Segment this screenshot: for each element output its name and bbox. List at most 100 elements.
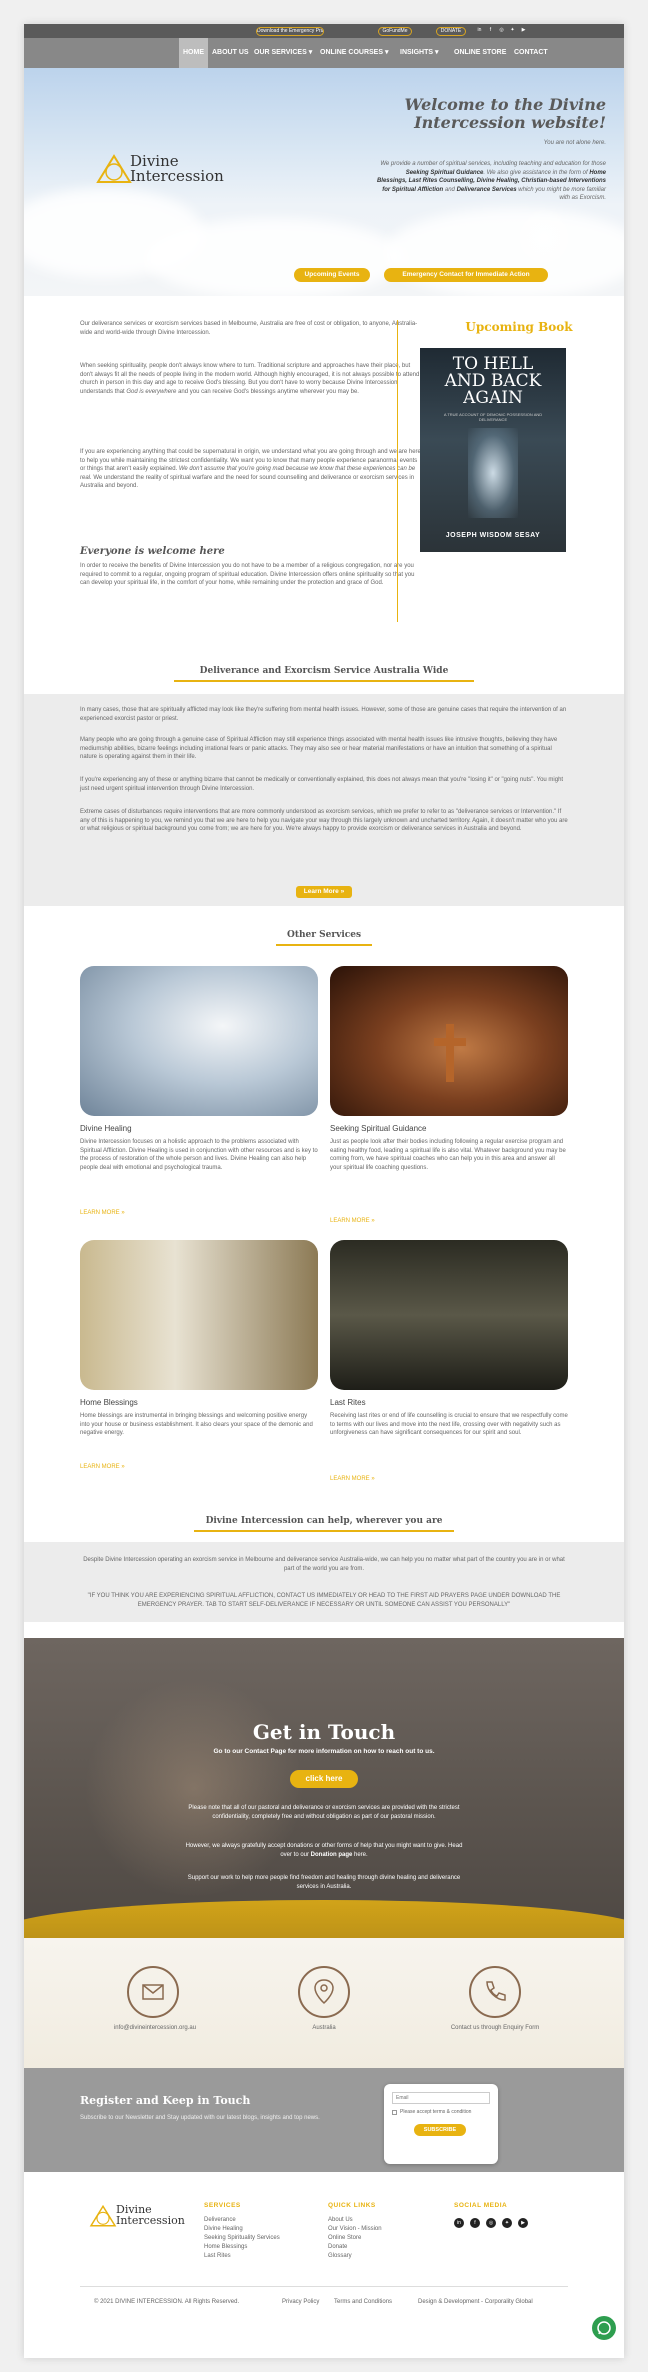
learn-more-home-blessings[interactable]: LEARN MORE » [80,1464,125,1470]
upcoming-events-button[interactable]: Upcoming Events [294,268,370,282]
footer-link-store[interactable]: Online Store [328,2234,382,2243]
nav-insights[interactable]: INSIGHTS ▾ [400,38,439,68]
heading-underline [194,1530,454,1532]
newsletter-heading: Register and Keep in Touch [80,2094,251,2107]
learn-more-seeking-guidance[interactable]: LEARN MORE » [330,1218,375,1224]
book-cover[interactable]: TO HELL AND BACK AGAIN A TRUE ACCOUNT OF… [420,348,566,552]
help-heading: Divine Intercession can help, wherever y… [205,1516,443,1526]
footer-link-glossary[interactable]: Glossary [328,2252,382,2261]
nav-contact[interactable]: CONTACT [514,38,548,68]
service-title-seeking-guidance[interactable]: Seeking Spiritual Guidance [330,1124,427,1133]
twitter-icon[interactable]: ✦ [502,2218,512,2228]
other-services-heading: Other Services [286,930,362,940]
contact-p1: Please note that all of our pastoral and… [188,1805,460,1820]
service-title-divine-healing[interactable]: Divine Healing [80,1124,132,1133]
contact-location: Australia [312,2025,336,2031]
email-icon[interactable] [127,1966,179,2018]
book-cover-subtitle: A TRUE ACCOUNT OF DEMONIC POSSESSION AND… [443,412,543,422]
footer-link-last-rites[interactable]: Last Rites [204,2252,280,2261]
service-title-last-rites[interactable]: Last Rites [330,1398,366,1407]
top-bar: Download the Emergency Prayer GoFundMe D… [24,24,624,38]
credit-link[interactable]: Design & Development - Corporality Globa… [418,2298,533,2307]
footer-link-vision[interactable]: Our Vision - Mission [328,2225,382,2234]
home-blessings-image[interactable] [80,1240,318,1390]
cross-icon [434,1024,466,1082]
service-title-home-blessings[interactable]: Home Blessings [80,1398,138,1407]
chat-widget-button[interactable] [592,2316,616,2340]
emergency-prayer-button[interactable]: Download the Emergency Prayer [256,27,324,36]
logo-icon [89,2204,117,2227]
footer-link-about[interactable]: About Us [328,2216,382,2225]
deliverance-band [24,694,624,906]
copyright: © 2021 DIVINE INTERCESSION. All Rights R… [94,2299,240,2305]
donate-button[interactable]: DONATE [436,27,466,36]
deliverance-heading: Deliverance and Exorcism Service Austral… [199,666,449,676]
footer-link-seeking-spirituality[interactable]: Seeking Spirituality Services [204,2234,280,2243]
nav-our-services[interactable]: OUR SERVICES ▾ [254,38,312,68]
intro-p4: In order to receive the benefits of Divi… [80,563,415,586]
terms-link[interactable]: Terms and Conditions [334,2298,392,2307]
learn-more-divine-healing[interactable]: LEARN MORE » [80,1210,125,1216]
hero-text: We provide a number of spiritual service… [376,161,606,201]
deliverance-p2: Many people who are going through a genu… [80,737,558,760]
learn-more-button[interactable]: Learn More » [296,886,352,898]
nav-online-store[interactable]: ONLINE STORE [454,38,506,68]
nav-online-courses[interactable]: ONLINE COURSES ▾ [320,38,388,68]
terms-checkbox[interactable] [392,2110,397,2115]
cloud-decoration [144,218,404,296]
youtube-icon[interactable]: ▶ [520,27,527,34]
footer-quick-heading: QUICK LINKS [328,2202,376,2209]
footer-social-heading: SOCIAL MEDIA [454,2202,508,2209]
get-in-touch-section [24,1638,624,1938]
footer-link-divine-healing[interactable]: Divine Healing [204,2225,280,2234]
footer-link-home-blessings[interactable]: Home Blessings [204,2243,280,2252]
twitter-icon[interactable]: ✦ [509,27,516,34]
linkedin-icon[interactable]: in [476,27,483,34]
emergency-contact-button[interactable]: Emergency Contact for Immediate Action [384,268,548,282]
get-in-touch-heading: Get in Touch [252,1720,396,1744]
privacy-policy-link[interactable]: Privacy Policy [282,2298,319,2307]
deliverance-p3: If you're experiencing any of these or a… [80,777,564,792]
contact-email[interactable]: info@divineintercession.org.au [80,2024,230,2033]
footer-link-deliverance[interactable]: Deliverance [204,2216,280,2225]
subscribe-button[interactable]: SUBSCRIBE [414,2124,466,2136]
email-field[interactable] [392,2092,490,2104]
last-rites-image[interactable] [330,1240,568,1390]
book-cover-author: JOSEPH WISDOM SESAY [445,532,541,539]
location-icon [298,1966,350,2018]
nav-about-us[interactable]: ABOUT US [212,38,249,68]
facebook-icon[interactable]: f [470,2218,480,2228]
gofundme-button[interactable]: GoFundMe [378,27,412,36]
instagram-icon[interactable]: ◎ [486,2218,496,2228]
seeking-guidance-image[interactable] [330,966,568,1116]
heading-underline [174,680,474,682]
cloud-decoration [384,208,624,296]
footer-link-donate[interactable]: Donate [328,2243,382,2252]
main-nav: HOME ABOUT US OUR SERVICES ▾ ONLINE COUR… [24,38,624,68]
facebook-icon[interactable]: f [487,27,494,34]
youtube-icon[interactable]: ▶ [518,2218,528,2228]
divine-healing-image[interactable] [80,966,318,1116]
heading-underline [276,944,372,946]
donation-page-link[interactable]: Donation page [311,1852,353,1858]
click-here-button[interactable]: click here [290,1770,358,1788]
page-frame: Download the Emergency Prayer GoFundMe D… [24,24,624,2358]
map-pin-icon [314,1979,334,2005]
linkedin-icon[interactable]: in [454,2218,464,2228]
instagram-icon[interactable]: ◎ [498,27,505,34]
contact-p3: Support our work to help more people fin… [187,1875,461,1890]
learn-more-last-rites[interactable]: LEARN MORE » [330,1476,375,1482]
service-text-seeking-guidance: Just as people look after their bodies i… [330,1139,566,1171]
service-text-last-rites: Receiving last rites or end of life coun… [330,1413,568,1436]
upcoming-book-heading: Upcoming Book [465,320,573,334]
nav-home[interactable]: HOME [179,38,208,68]
hero-subtitle: You are not alone here. [543,140,606,146]
intro-p1: Our deliverance services or exorcism ser… [80,321,418,336]
service-text-divine-healing: Divine Intercession focuses on a holisti… [80,1139,318,1171]
footer-divider [80,2286,568,2287]
phone-icon[interactable] [469,1966,521,2018]
contact-p2: However, we always gratefully accept don… [185,1843,463,1858]
logo-text-line2: Intercession [130,167,224,185]
contact-phone[interactable]: Contact us through Enquiry Form [420,2024,570,2033]
whatsapp-icon [597,2321,611,2335]
